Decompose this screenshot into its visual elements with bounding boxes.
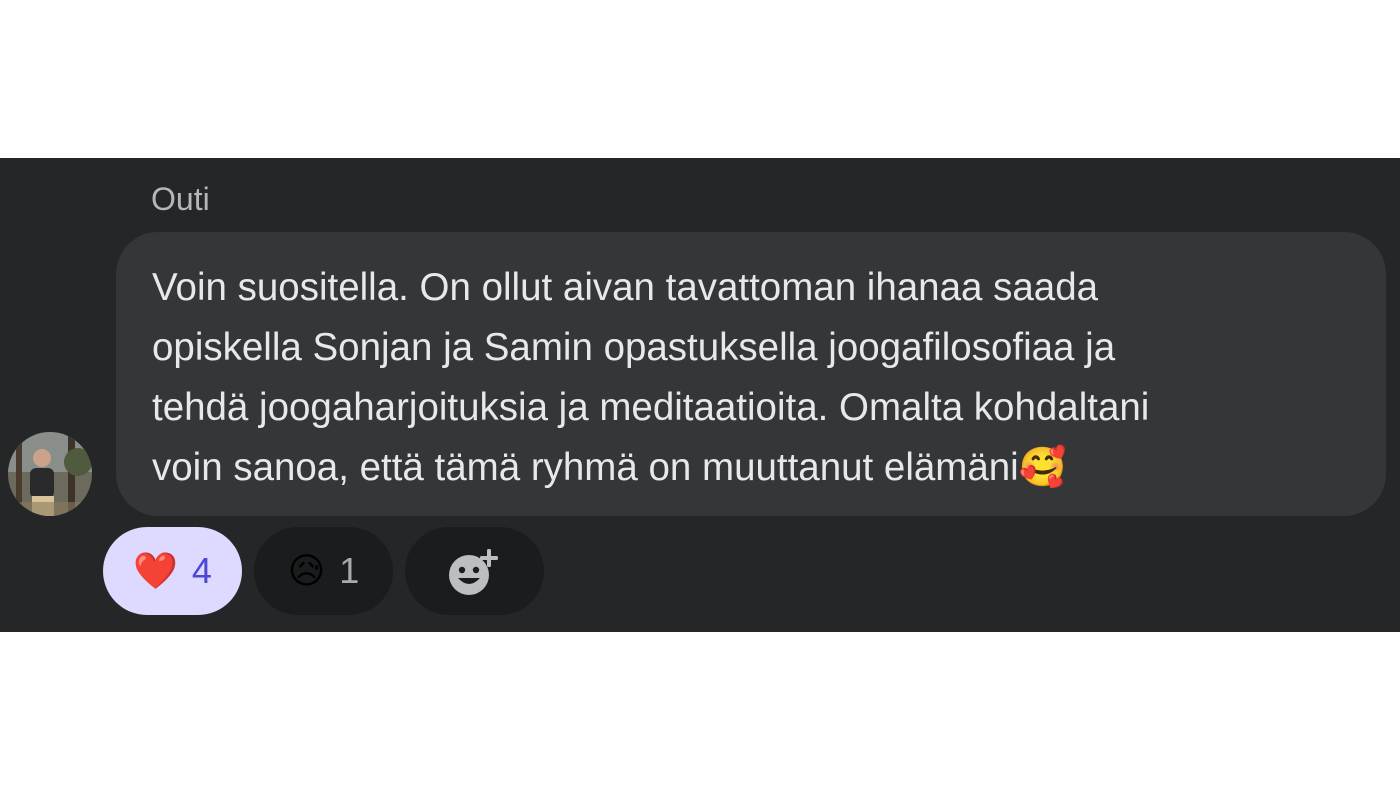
message-text: Voin suositella. On ollut aivan tavattom…	[152, 258, 1356, 498]
add-reaction-icon	[448, 549, 498, 595]
reactions-bar: ❤️ 4 😥 1	[103, 527, 544, 615]
heart-icon: ❤️	[133, 550, 178, 591]
add-reaction-button[interactable]	[405, 527, 544, 615]
message-line: Voin suositella. On ollut aivan tavattom…	[152, 266, 1099, 309]
message-line: opiskella Sonjan ja Samin opastuksella j…	[152, 326, 1116, 369]
message-line: voin sanoa, että tämä ryhmä on muuttanut…	[152, 446, 1067, 489]
message-line: tehdä joogaharjoituksia ja meditaatioita…	[152, 386, 1150, 429]
message-bubble[interactable]: Voin suositella. On ollut aivan tavattom…	[116, 232, 1386, 516]
avatar-photo	[8, 432, 92, 516]
reaction-heart-button[interactable]: ❤️ 4	[103, 527, 242, 615]
reaction-sad-button[interactable]: 😥 1	[254, 527, 393, 615]
sad-face-icon: 😥	[287, 550, 326, 591]
avatar[interactable]	[8, 432, 92, 516]
reaction-count: 4	[191, 550, 212, 591]
reaction-count: 1	[339, 550, 360, 591]
sender-name[interactable]: Outi	[151, 179, 210, 219]
